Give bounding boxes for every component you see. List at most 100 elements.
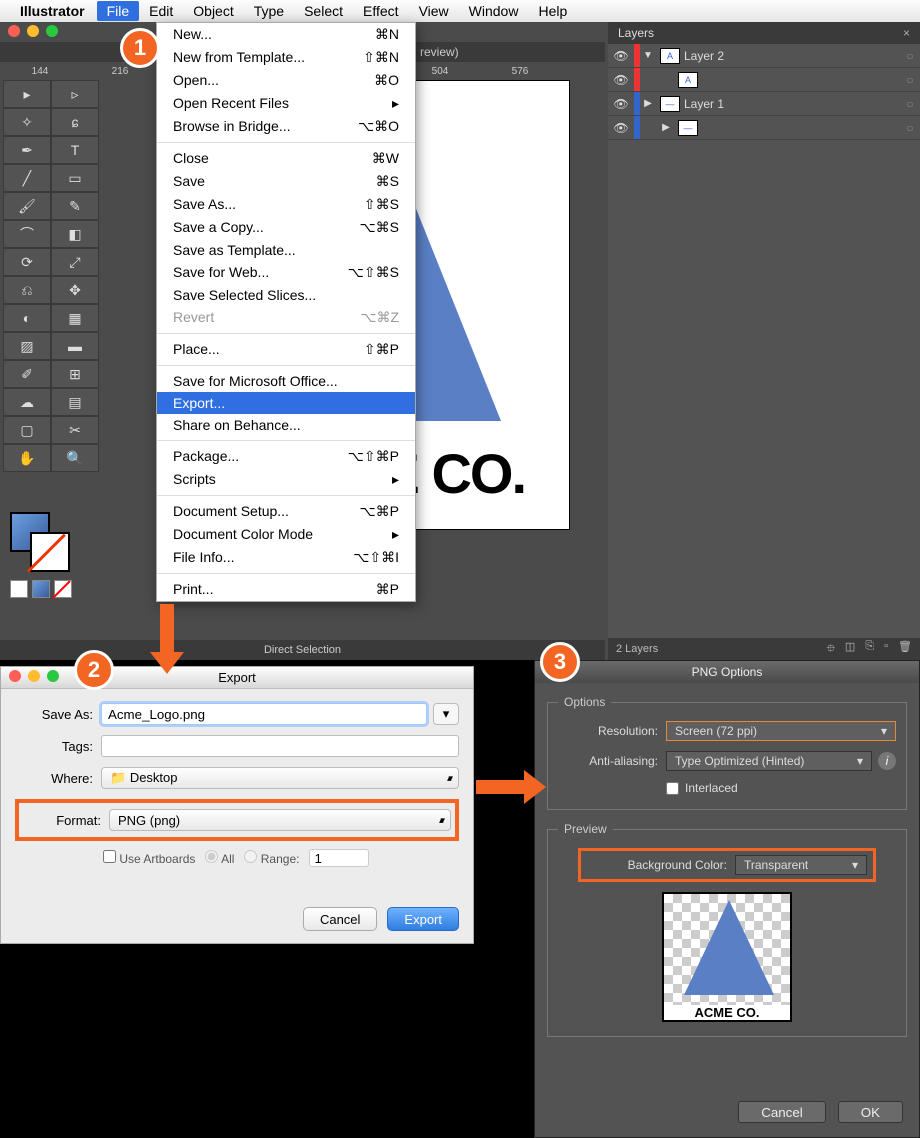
file-menu-item[interactable]: Place...⇧⌘P xyxy=(157,338,415,361)
target-icon[interactable]: ○ xyxy=(900,97,920,111)
range-input[interactable] xyxy=(309,849,369,867)
file-menu-item[interactable]: Save for Web...⌥⇧⌘S xyxy=(157,261,415,284)
file-menu-item[interactable]: Save⌘S xyxy=(157,170,415,193)
disclosure-icon[interactable]: ▼ xyxy=(640,50,656,61)
color-mode-swatches[interactable] xyxy=(10,580,72,598)
file-menu-item[interactable]: Open...⌘O xyxy=(157,69,415,92)
file-menu-item[interactable]: File Info...⌥⇧⌘I xyxy=(157,546,415,569)
locate-object-icon[interactable]: ⯐ xyxy=(827,640,835,659)
file-menu-item[interactable]: Browse in Bridge...⌥⌘O xyxy=(157,115,415,138)
rotate-tool[interactable]: ⟳ xyxy=(3,248,51,276)
layer-row[interactable]: 👁A○ xyxy=(608,68,920,92)
blend-tool[interactable]: ⊞ xyxy=(51,360,99,388)
expand-dialog-button[interactable]: ▾ xyxy=(433,703,459,725)
perspective-tool[interactable]: ▦ xyxy=(51,304,99,332)
menu-file[interactable]: File xyxy=(97,1,140,21)
eraser-tool[interactable]: ◧ xyxy=(51,220,99,248)
paintbrush-tool[interactable]: 🖌 xyxy=(3,192,51,220)
export-button[interactable]: Export xyxy=(387,907,459,931)
layer-name[interactable]: Layer 1 xyxy=(684,97,900,111)
layer-row[interactable]: 👁▼ALayer 2○ xyxy=(608,44,920,68)
menu-select[interactable]: Select xyxy=(294,1,353,21)
rectangle-tool[interactable]: ▭ xyxy=(51,164,99,192)
magic-wand-tool[interactable]: ✧ xyxy=(3,108,51,136)
hand-tool[interactable]: ✋ xyxy=(3,444,51,472)
stroke-swatch[interactable] xyxy=(30,532,70,572)
fill-stroke-swatches[interactable] xyxy=(10,512,70,572)
scale-tool[interactable]: ⤢ xyxy=(51,248,99,276)
menu-object[interactable]: Object xyxy=(183,1,243,21)
tags-input[interactable] xyxy=(101,735,459,757)
new-sublayer-icon[interactable]: ⎘ xyxy=(865,640,874,659)
use-artboards-checkbox[interactable]: Use Artboards xyxy=(103,850,195,866)
disclosure-icon[interactable]: ▶ xyxy=(658,122,674,133)
layers-footer-icons[interactable]: ⯐ ◫ ⎘ ▫ 🗑 xyxy=(827,640,912,659)
target-icon[interactable]: ○ xyxy=(900,73,920,87)
menu-type[interactable]: Type xyxy=(244,1,294,21)
resolution-select[interactable]: Screen (72 ppi)▾ xyxy=(666,721,896,741)
interlaced-checkbox[interactable]: Interlaced xyxy=(666,781,896,795)
file-menu-item[interactable]: New from Template...⇧⌘N xyxy=(157,46,415,69)
shape-builder-tool[interactable]: ◐ xyxy=(3,304,51,332)
lasso-tool[interactable]: ɕ xyxy=(51,108,99,136)
file-menu-item[interactable]: Document Setup...⌥⌘P xyxy=(157,500,415,523)
new-layer-icon[interactable]: ▫ xyxy=(884,640,888,659)
antialias-select[interactable]: Type Optimized (Hinted)▾ xyxy=(666,751,872,771)
graph-tool[interactable]: ▤ xyxy=(51,388,99,416)
menu-effect[interactable]: Effect xyxy=(353,1,409,21)
visibility-icon[interactable]: 👁 xyxy=(608,121,634,135)
file-menu-item[interactable]: Save as Template... xyxy=(157,239,415,261)
target-icon[interactable]: ○ xyxy=(900,121,920,135)
menu-help[interactable]: Help xyxy=(528,1,577,21)
file-menu-item[interactable]: Save As...⇧⌘S xyxy=(157,193,415,216)
mesh-tool[interactable]: ▨ xyxy=(3,332,51,360)
artboard-tool[interactable]: ▢ xyxy=(3,416,51,444)
selection-tool[interactable]: ▸ xyxy=(3,80,51,108)
blob-brush-tool[interactable]: ⌒ xyxy=(3,220,51,248)
file-menu-item[interactable]: New...⌘N xyxy=(157,23,415,46)
menu-edit[interactable]: Edit xyxy=(139,1,183,21)
visibility-icon[interactable]: 👁 xyxy=(608,49,634,63)
file-menu-item[interactable]: Close⌘W xyxy=(157,147,415,170)
direct-selection-tool[interactable]: ▹ xyxy=(51,80,99,108)
delete-layer-icon[interactable]: 🗑 xyxy=(898,640,912,659)
layer-name[interactable]: Layer 2 xyxy=(684,49,900,63)
line-tool[interactable]: ╱ xyxy=(3,164,51,192)
make-clipping-mask-icon[interactable]: ◫ xyxy=(845,640,855,659)
menu-window[interactable]: Window xyxy=(459,1,529,21)
visibility-icon[interactable]: 👁 xyxy=(608,73,634,87)
free-transform-tool[interactable]: ✥ xyxy=(51,276,99,304)
layer-row[interactable]: 👁▶—○ xyxy=(608,116,920,140)
info-icon[interactable]: i xyxy=(878,752,896,770)
range-radio[interactable]: Range: xyxy=(244,850,299,866)
all-radio[interactable]: All xyxy=(205,850,234,866)
symbol-sprayer-tool[interactable]: ☁ xyxy=(3,388,51,416)
visibility-icon[interactable]: 👁 xyxy=(608,97,634,111)
target-icon[interactable]: ○ xyxy=(900,49,920,63)
eyedropper-tool[interactable]: ✐ xyxy=(3,360,51,388)
close-icon[interactable]: × xyxy=(903,26,910,40)
pencil-tool[interactable]: ✎ xyxy=(51,192,99,220)
png-cancel-button[interactable]: Cancel xyxy=(738,1101,826,1123)
file-menu-item[interactable]: Save Selected Slices... xyxy=(157,284,415,306)
file-menu-item[interactable]: Share on Behance... xyxy=(157,414,415,436)
file-menu-item[interactable]: Save a Copy...⌥⌘S xyxy=(157,216,415,239)
type-tool[interactable]: T xyxy=(51,136,99,164)
pen-tool[interactable]: ✒ xyxy=(3,136,51,164)
slice-tool[interactable]: ✂ xyxy=(51,416,99,444)
file-menu-item[interactable]: Document Color Mode xyxy=(157,523,415,546)
window-traffic-lights[interactable] xyxy=(8,25,58,37)
disclosure-icon[interactable]: ▶ xyxy=(640,98,656,109)
cancel-button[interactable]: Cancel xyxy=(303,907,377,931)
file-menu-item[interactable]: Print...⌘P xyxy=(157,578,415,601)
file-menu-item[interactable]: Open Recent Files xyxy=(157,92,415,115)
file-menu-item[interactable]: Export... xyxy=(157,392,415,414)
gradient-tool[interactable]: ▬ xyxy=(51,332,99,360)
background-color-select[interactable]: Transparent▾ xyxy=(735,855,867,875)
file-menu-item[interactable]: Save for Microsoft Office... xyxy=(157,370,415,392)
format-select[interactable]: PNG (png)▴▾ xyxy=(109,809,451,831)
menu-view[interactable]: View xyxy=(409,1,459,21)
file-menu-item[interactable]: Package...⌥⇧⌘P xyxy=(157,445,415,468)
png-ok-button[interactable]: OK xyxy=(838,1101,903,1123)
width-tool[interactable]: ⎌ xyxy=(3,276,51,304)
